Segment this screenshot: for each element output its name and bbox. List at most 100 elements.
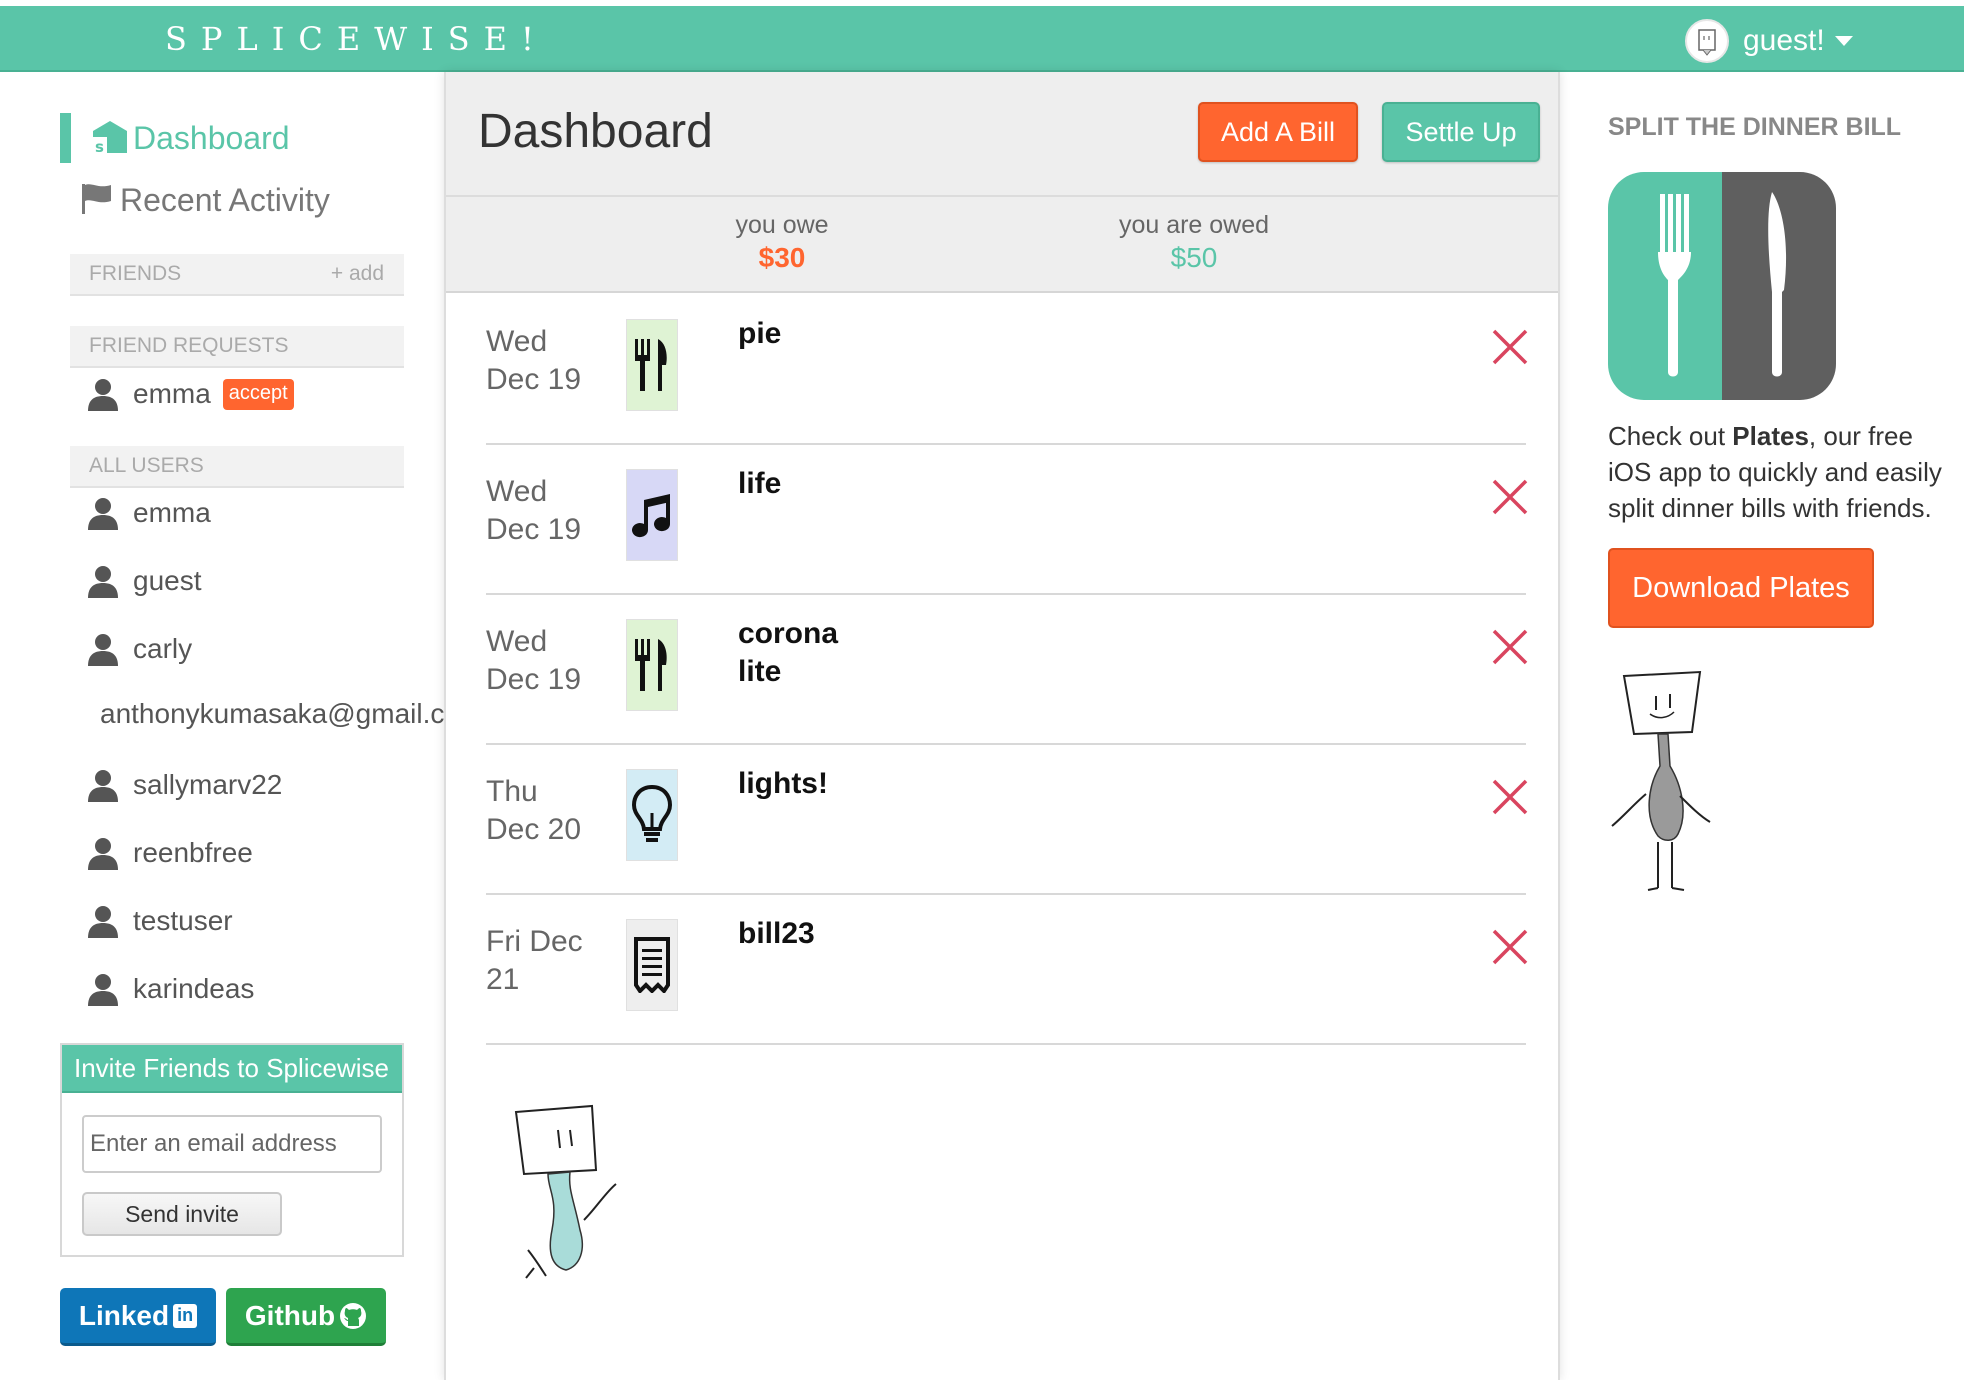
bill-name-line2: lite bbox=[738, 655, 782, 688]
bill-date-line2: Dec 20 bbox=[486, 813, 582, 846]
you-are-owed-label: you are owed bbox=[1118, 211, 1270, 239]
nav-recent-activity-label: Recent Activity bbox=[120, 181, 330, 218]
bill-date-line1: Wed bbox=[486, 325, 548, 358]
promo-text-prefix: Check out bbox=[1608, 421, 1733, 451]
github-button[interactable]: Github bbox=[226, 1288, 386, 1346]
linkedin-icon: in bbox=[173, 1303, 198, 1328]
bill-row[interactable]: Thu Dec 20 lights! bbox=[486, 745, 1528, 895]
delete-bill-icon[interactable] bbox=[1490, 627, 1530, 667]
friends-section-header: FRIENDS + add bbox=[70, 254, 404, 296]
bill-name-line1: corona bbox=[738, 617, 839, 650]
invite-email-input[interactable] bbox=[82, 1115, 382, 1173]
person-icon bbox=[88, 379, 118, 411]
download-plates-button[interactable]: Download Plates bbox=[1608, 548, 1874, 628]
friend-request-name: emma bbox=[133, 378, 211, 409]
delete-bill-icon[interactable] bbox=[1490, 327, 1530, 367]
dashboard-header: Dashboard Add A Bill Settle Up bbox=[446, 72, 1558, 197]
person-icon bbox=[88, 498, 118, 530]
spoon-mascot-illustration bbox=[1611, 670, 1711, 891]
bill-date-line2: Dec 19 bbox=[486, 363, 582, 396]
person-icon bbox=[88, 566, 118, 598]
bill-name-line1: life bbox=[738, 467, 782, 500]
send-invite-button[interactable]: Send invite bbox=[82, 1192, 282, 1236]
friend-requests-header: FRIEND REQUESTS bbox=[70, 326, 404, 368]
page-title: Dashboard bbox=[478, 105, 713, 158]
bill-date: Fri Dec 21 bbox=[486, 923, 596, 999]
you-owe-label: you owe bbox=[735, 211, 829, 239]
user-menu[interactable]: guest! bbox=[1685, 18, 1853, 64]
you-owe-summary: you owe $30 bbox=[672, 211, 892, 274]
bill-row[interactable]: Fri Dec 21 bill23 bbox=[486, 895, 1528, 1045]
user-list-item[interactable]: testuser bbox=[87, 901, 233, 941]
bill-row[interactable]: Wed Dec 19 life bbox=[486, 445, 1528, 595]
accept-button[interactable]: accept bbox=[222, 378, 294, 410]
all-users-title: ALL USERS bbox=[89, 454, 204, 477]
linkedin-label: Linked bbox=[78, 1299, 170, 1331]
friends-title: FRIENDS bbox=[89, 262, 182, 285]
bill-date-line2: 21 bbox=[486, 963, 520, 996]
bill-name: pie bbox=[738, 315, 938, 353]
nav-dashboard[interactable]: s Dashboard bbox=[60, 113, 290, 163]
current-user-name: guest! bbox=[1743, 24, 1825, 57]
bill-name-line1: lights! bbox=[738, 767, 828, 800]
main-panel: Dashboard Add A Bill Settle Up you owe $… bbox=[444, 72, 1560, 1380]
person-icon bbox=[88, 634, 118, 666]
splicewise-logo-icon: s bbox=[91, 117, 129, 160]
bill-name: life bbox=[738, 465, 938, 503]
user-list-item[interactable]: sallymarv22 bbox=[87, 765, 282, 805]
user-list-item[interactable]: guest bbox=[87, 561, 202, 601]
user-list-item[interactable]: carly bbox=[87, 629, 192, 669]
top-navbar: SPLICEWISE! guest! bbox=[0, 6, 1964, 72]
bill-name-line1: pie bbox=[738, 317, 782, 350]
delete-bill-icon[interactable] bbox=[1490, 927, 1530, 967]
invite-friends-panel: Invite Friends to Splicewise Send invite bbox=[60, 1043, 404, 1257]
bill-date-line2: Dec 19 bbox=[486, 663, 582, 696]
bill-name-line1: bill23 bbox=[738, 917, 815, 950]
bill-date: Wed Dec 19 bbox=[486, 473, 596, 549]
nav-recent-activity[interactable]: Recent Activity bbox=[80, 178, 330, 222]
music-note-icon bbox=[626, 469, 678, 561]
user-list-item-email[interactable]: anthonykumasaka@gmail.com bbox=[100, 698, 483, 730]
delete-bill-icon[interactable] bbox=[1490, 777, 1530, 817]
plates-app-icon[interactable] bbox=[1608, 172, 1836, 400]
user-list-item[interactable]: emma bbox=[87, 493, 211, 533]
bill-date: Wed Dec 19 bbox=[486, 623, 596, 699]
bill-name: corona lite bbox=[738, 615, 938, 691]
splicewise-mascot-illustration bbox=[514, 1104, 617, 1279]
you-are-owed-amount: $50 bbox=[1170, 242, 1218, 273]
svg-text:s: s bbox=[95, 138, 104, 155]
user-list-item[interactable]: karindeas bbox=[87, 969, 254, 1009]
promo-title: SPLIT THE DINNER BILL bbox=[1608, 113, 1902, 141]
delete-bill-icon[interactable] bbox=[1490, 477, 1530, 517]
balance-summary: you owe $30 you are owed $50 bbox=[446, 197, 1558, 293]
you-are-owed-summary: you are owed $50 bbox=[1084, 211, 1304, 274]
receipt-icon bbox=[626, 919, 678, 1011]
add-bill-button[interactable]: Add A Bill bbox=[1198, 102, 1358, 162]
friend-request-row: emma accept bbox=[87, 374, 294, 414]
add-friend-link[interactable]: + add bbox=[331, 262, 384, 286]
chef-avatar-icon bbox=[1685, 19, 1729, 63]
user-list-item[interactable]: reenbfree bbox=[87, 833, 253, 873]
person-icon bbox=[88, 838, 118, 870]
nav-dashboard-label: Dashboard bbox=[133, 119, 290, 156]
bill-row[interactable]: Wed Dec 19 corona lite bbox=[486, 595, 1528, 745]
promo-description: Check out Plates, our free iOS app to qu… bbox=[1608, 418, 1958, 526]
bill-row[interactable]: Wed Dec 19 pie bbox=[486, 295, 1528, 445]
you-owe-amount: $30 bbox=[758, 242, 806, 273]
bill-name: bill23 bbox=[738, 915, 938, 953]
user-name: emma bbox=[133, 497, 211, 528]
person-icon bbox=[88, 974, 118, 1006]
user-name: karindeas bbox=[133, 973, 255, 1004]
fork-knife-icon bbox=[626, 619, 678, 711]
all-users-header: ALL USERS bbox=[70, 446, 404, 488]
brand-logo[interactable]: SPLICEWISE! bbox=[165, 20, 548, 58]
promo-text-bold: Plates bbox=[1732, 421, 1809, 451]
settle-up-button[interactable]: Settle Up bbox=[1382, 102, 1540, 162]
bill-date-line1: Thu bbox=[486, 775, 538, 808]
light-bulb-icon bbox=[626, 769, 678, 861]
github-label: Github bbox=[244, 1299, 336, 1331]
linkedin-button[interactable]: Linked in bbox=[60, 1288, 216, 1346]
person-icon bbox=[88, 770, 118, 802]
bill-date-line1: Wed bbox=[486, 475, 548, 508]
fork-knife-icon bbox=[626, 319, 678, 411]
